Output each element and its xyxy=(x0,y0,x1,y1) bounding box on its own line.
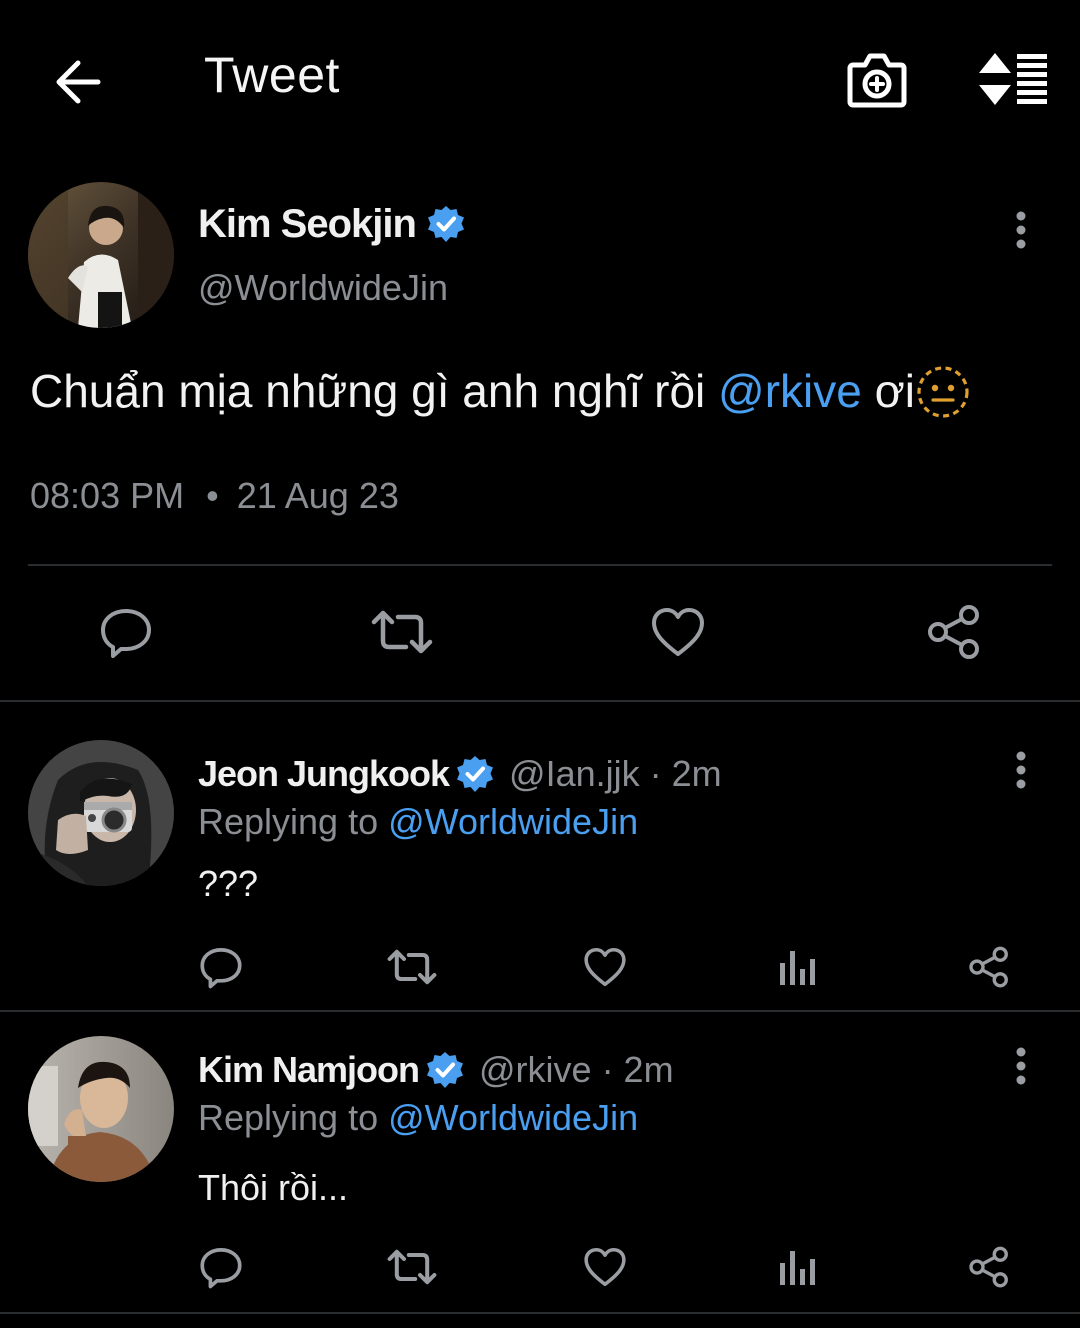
camera-add-icon xyxy=(847,53,907,108)
share-icon xyxy=(969,1246,1008,1288)
section-divider xyxy=(0,1010,1080,1012)
reply-author-handle[interactable]: @Ian.jjk · 2m xyxy=(509,752,722,795)
analytics-button[interactable] xyxy=(774,1242,820,1292)
reply-header: Kim Namjoon @rkive · 2m xyxy=(198,1048,674,1091)
retweet-icon xyxy=(387,949,437,985)
dotted-neutral-face-emoji xyxy=(917,366,969,418)
verified-badge-icon xyxy=(457,755,494,792)
section-divider xyxy=(0,700,1080,702)
replying-label: Replying to xyxy=(198,801,379,842)
retweet-button[interactable] xyxy=(384,1242,440,1292)
back-button[interactable] xyxy=(48,52,108,112)
divider xyxy=(28,564,1052,566)
share-button[interactable] xyxy=(966,942,1012,992)
analytics-bars-icon xyxy=(780,1251,815,1285)
author-handle[interactable]: @WorldwideJin xyxy=(198,266,448,309)
reply-button[interactable] xyxy=(96,602,156,662)
replying-to-link[interactable]: @WorldwideJin xyxy=(388,801,638,842)
like-button[interactable] xyxy=(580,1242,630,1292)
tweet-time: 08:03 PM xyxy=(30,475,185,516)
author-name[interactable]: Kim Seokjin xyxy=(198,200,417,248)
replying-to: Replying to @WorldwideJin xyxy=(198,800,638,843)
heart-icon xyxy=(584,1247,626,1287)
retweet-button[interactable] xyxy=(384,942,440,992)
author-name-row: Kim Seokjin xyxy=(198,200,466,248)
more-vertical-icon xyxy=(1016,751,1026,789)
mention-link[interactable]: @rkive xyxy=(718,364,862,419)
retweet-icon xyxy=(371,610,433,654)
replying-label: Replying to xyxy=(198,1097,379,1138)
camera-button[interactable] xyxy=(844,50,910,110)
replying-to-link[interactable]: @WorldwideJin xyxy=(388,1097,638,1138)
reply-author-name[interactable]: Kim Namjoon xyxy=(198,1048,420,1091)
arrow-left-icon xyxy=(56,60,101,104)
author-avatar[interactable] xyxy=(28,182,174,328)
share-icon xyxy=(928,605,979,659)
tweet-text-part: Chuẩn mịa những gì anh nghĩ rồi xyxy=(30,365,719,418)
more-vertical-icon xyxy=(1016,1047,1026,1085)
meta-separator: • xyxy=(206,475,219,516)
replying-to: Replying to @WorldwideJin xyxy=(198,1096,638,1139)
more-options-button[interactable] xyxy=(1002,1044,1040,1088)
reply-author-name[interactable]: Jeon Jungkook xyxy=(198,752,450,795)
avatar-photo xyxy=(28,182,174,328)
more-vertical-icon xyxy=(1016,211,1026,249)
reply-button[interactable] xyxy=(196,942,246,992)
tweet-date: 21 Aug 23 xyxy=(236,475,399,516)
retweet-button[interactable] xyxy=(370,602,434,662)
heart-icon xyxy=(652,608,704,656)
tweet-text-part: ơi xyxy=(861,365,916,418)
reply-icon xyxy=(101,609,151,658)
reply-text: ??? xyxy=(198,863,259,904)
more-options-button[interactable] xyxy=(1002,208,1040,252)
share-button[interactable] xyxy=(924,602,984,662)
analytics-button[interactable] xyxy=(774,942,820,992)
reply-button[interactable] xyxy=(196,1242,246,1292)
reply-icon xyxy=(200,1248,242,1289)
verified-badge-icon xyxy=(427,206,464,242)
reply-avatar[interactable] xyxy=(28,740,174,886)
verified-badge-icon xyxy=(427,1051,464,1088)
avatar-photo xyxy=(28,740,174,886)
reply-icon xyxy=(200,948,242,989)
analytics-bars-icon xyxy=(780,951,815,985)
tweet-timestamp: 08:03 PM • 21 Aug 23 xyxy=(30,474,399,517)
sort-button[interactable] xyxy=(974,50,1050,108)
reply-author-handle[interactable]: @rkive · 2m xyxy=(479,1048,674,1091)
avatar-photo xyxy=(28,1036,174,1182)
reply-header: Jeon Jungkook @Ian.jjk · 2m xyxy=(198,752,722,795)
reply-avatar[interactable] xyxy=(28,1036,174,1182)
retweet-icon xyxy=(387,1249,437,1285)
share-icon xyxy=(969,946,1008,988)
like-button[interactable] xyxy=(580,942,630,992)
like-button[interactable] xyxy=(648,602,708,662)
reply-text: Thôi rồi... xyxy=(198,1167,349,1208)
section-divider xyxy=(0,1312,1080,1314)
tweet-text: Chuẩn mịa những gì anh nghĩ rồi @rkive ơ… xyxy=(30,364,971,420)
sort-list-icon xyxy=(979,53,1047,105)
share-button[interactable] xyxy=(966,1242,1012,1292)
page-title: Tweet xyxy=(204,47,340,103)
more-options-button[interactable] xyxy=(1002,748,1040,792)
heart-icon xyxy=(584,947,626,987)
